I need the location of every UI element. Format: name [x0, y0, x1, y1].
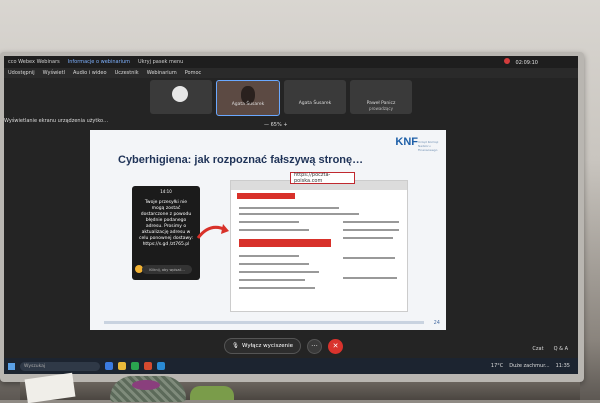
folder-icon[interactable] — [118, 362, 126, 370]
text-line — [239, 271, 319, 273]
share-notice: Wyświetlanie ekranu urządzenia użytko… — [4, 118, 109, 124]
fake-website-screenshot — [230, 180, 408, 312]
menu-item-view[interactable]: Wyświetl — [43, 70, 65, 76]
clock: 11:35 — [555, 363, 570, 369]
red-arrow-icon — [196, 224, 229, 239]
green-object — [190, 386, 234, 400]
more-options-button[interactable]: ··· — [307, 338, 323, 354]
participant-tile[interactable]: Agata Šusarek — [284, 80, 346, 114]
text-line — [239, 263, 309, 265]
slide-title: Cyberhigiena: jak rozpoznać fałszywą str… — [118, 154, 364, 166]
taskbar-search[interactable]: Wyszukaj — [20, 361, 100, 371]
knf-logo-subtitle: Urząd Komisji Nadzoru Finansowego — [418, 140, 439, 152]
weather-desc: Duże zachmur... — [509, 363, 550, 369]
qa-button[interactable]: Q & A — [554, 346, 568, 352]
text-line — [343, 229, 399, 231]
text-line — [239, 213, 359, 215]
participant-name: Agata Šusarek — [298, 101, 332, 106]
menu-item-webinar[interactable]: Webinarium — [147, 70, 177, 76]
flower-pattern — [132, 380, 160, 390]
knf-logo: KNF — [395, 136, 418, 148]
menu-item-share[interactable]: Udostępnij — [8, 70, 35, 76]
zoom-in-button[interactable]: + — [283, 122, 287, 128]
slide-page-number: 24 — [433, 320, 440, 326]
zoom-control: — 65% + — [264, 122, 288, 128]
text-line — [343, 277, 397, 279]
text-line — [343, 237, 393, 239]
avatar — [172, 86, 188, 102]
app-icon[interactable] — [144, 362, 152, 370]
meeting-controls: 🎙 Wyłącz wyciszenie ··· ✕ — [224, 338, 344, 354]
phone-clock: 14:10 — [160, 189, 172, 194]
participant-tile-video[interactable]: Agata Šusarek — [216, 80, 280, 116]
fake-red-button — [239, 239, 331, 247]
app-title: cco Webex Webinars — [8, 59, 60, 65]
microphone-icon: 🎙 — [232, 343, 239, 349]
menu-bar: Udostępnij Wyświetl Audio i wideo Uczest… — [4, 68, 578, 78]
menu-item-audio-video[interactable]: Audio i wideo — [73, 70, 107, 76]
text-line — [239, 229, 309, 231]
zoom-level: 65% — [270, 122, 282, 128]
fake-url-highlight: https://poczta-poiska.com — [290, 172, 355, 184]
participant-name: Agata Šusarek — [231, 102, 265, 107]
zoom-out-button[interactable]: — — [264, 122, 269, 128]
text-line — [239, 279, 305, 281]
chat-button[interactable]: Czat — [532, 346, 543, 352]
leave-meeting-button[interactable]: ✕ — [328, 338, 344, 354]
record-icon — [503, 58, 510, 64]
menu-item-participant[interactable]: Uczestnik — [115, 70, 139, 76]
weather-temp: 17°C — [490, 363, 504, 369]
app-icon[interactable] — [131, 362, 139, 370]
participant-role: prowadzący — [369, 106, 393, 111]
text-line — [239, 255, 299, 257]
window-topbar: cco Webex Webinars Informacje o webinari… — [4, 56, 578, 68]
windows-start-icon[interactable] — [8, 362, 15, 370]
participant-strip: Agata Šusarek Agata Šusarek Paweł Panicz… — [150, 80, 412, 116]
participant-tile[interactable] — [150, 80, 212, 114]
unmute-label: Wyłącz wyciszenie — [241, 343, 294, 349]
shared-slide: KNF Urząd Komisji Nadzoru Finansowego Cy… — [90, 130, 446, 330]
menu-item-help[interactable]: Pomoc — [185, 70, 202, 76]
text-line — [343, 221, 399, 223]
info-link[interactable]: Informacje o webinarium — [68, 59, 130, 65]
fake-logo-bar — [237, 193, 295, 199]
webex-icon[interactable] — [157, 362, 165, 370]
slide-footer-text — [104, 321, 424, 324]
side-panel-buttons: Czat Q & A — [532, 346, 568, 352]
tv-stand — [20, 382, 580, 400]
unmute-button[interactable]: 🎙 Wyłącz wyciszenie — [224, 338, 302, 354]
text-line — [343, 257, 395, 259]
phone-sms-mockup: 14:10 Twoje przesyłki nie mogą zostać do… — [132, 186, 200, 280]
system-tray: 17°C Duże zachmur... 11:35 — [491, 363, 570, 369]
sms-reply-field: Kliknij, aby wpisać... — [142, 265, 192, 274]
tv-screen: cco Webex Webinars Informacje o webinari… — [4, 56, 578, 374]
text-line — [239, 287, 315, 289]
text-line — [239, 221, 299, 223]
participant-tile[interactable]: Paweł Panicz prowadzący — [350, 80, 412, 114]
hide-menu-button[interactable]: Ukryj pasek menu — [138, 59, 183, 65]
edge-icon[interactable] — [105, 362, 113, 370]
text-line — [239, 207, 339, 209]
sms-message: Twoje przesyłki nie mogą zostać dostarcz… — [139, 200, 193, 247]
windows-taskbar: Wyszukaj 17°C Duże zachmur... 11:35 — [4, 358, 578, 374]
recording-timer: 02:09:10 — [503, 58, 538, 66]
